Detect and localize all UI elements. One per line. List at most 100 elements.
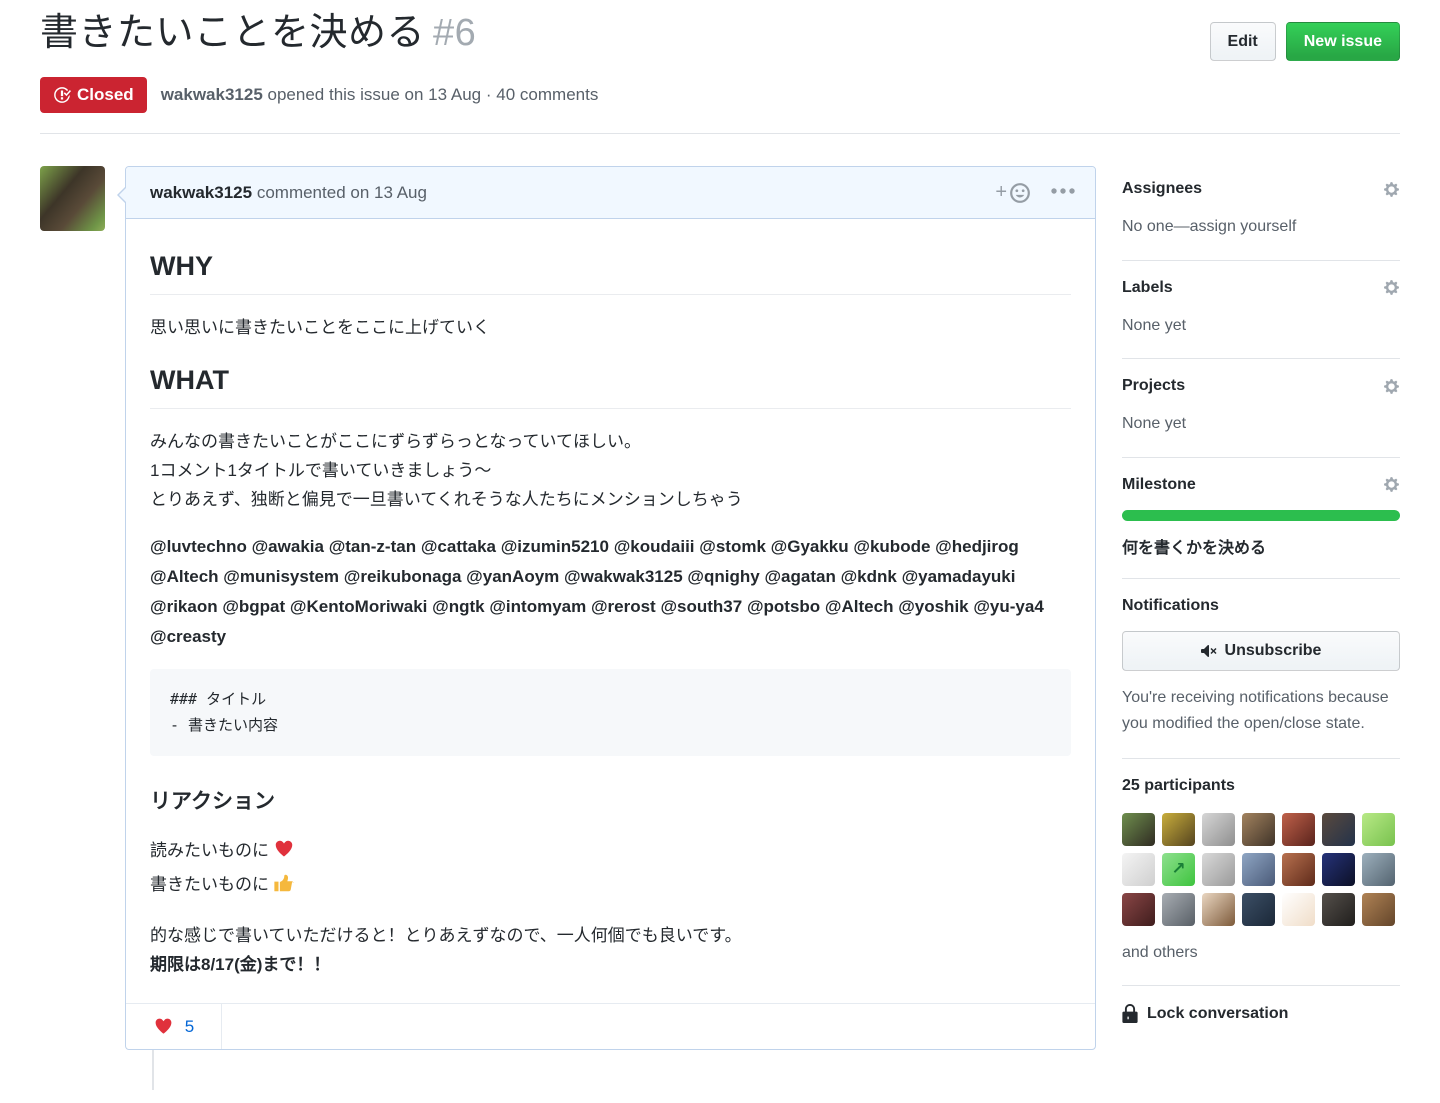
issue-meta-action: opened this issue on 13 Aug [267,85,482,105]
mention-link[interactable]: @agatan [764,567,835,586]
section-heading-what: WHAT [150,363,1071,409]
mention-link[interactable]: @Altech [825,597,894,616]
comment-thread: wakwak3125 commented on 13 Aug + WHY 思い思… [40,166,1096,1091]
participant-avatar[interactable] [1162,812,1195,846]
assignees-value[interactable]: No one—assign yourself [1122,214,1400,240]
mention-link[interactable]: @koudaiii [614,537,695,556]
participant-avatar[interactable] [1242,852,1275,886]
heart-reaction-button[interactable]: 5 [126,1004,222,1050]
participant-avatar[interactable] [1282,812,1315,846]
mention-link[interactable]: @south37 [660,597,742,616]
unsubscribe-button-label: Unsubscribe [1224,641,1322,659]
mention-link[interactable]: @awakia [252,537,324,556]
edit-button[interactable]: Edit [1209,22,1276,62]
mention-link[interactable]: @Gyakku [771,537,849,556]
participant-avatar[interactable] [1202,852,1235,886]
page-title: 書きたいことを決める #6 [40,10,476,58]
mention-link[interactable]: @kdnk [841,567,897,586]
mention-link[interactable]: @stomk [699,537,766,556]
participant-avatar[interactable] [1122,892,1155,926]
lock-conversation-button[interactable]: Lock conversation [1122,1004,1400,1024]
heart-reaction-count: 5 [184,1016,195,1036]
participant-avatar[interactable] [1122,812,1155,846]
participant-avatar[interactable] [1322,852,1355,886]
mention-link[interactable]: @wakwak3125 [564,567,683,586]
mute-icon [1200,645,1217,657]
issue-number: #6 [433,12,477,54]
kebab-menu-button[interactable] [1051,182,1075,203]
issue-closed-icon [54,87,71,104]
milestone-progress-bar [1122,509,1400,521]
mention-link[interactable]: @izumin5210 [501,537,609,556]
sidebar: Assignees No one—assign yourself Labels … [1122,166,1400,1061]
write-line-text: 書きたいものに [150,874,269,894]
participant-avatar[interactable] [1282,892,1315,926]
participant-avatar[interactable] [1162,892,1195,926]
mention-link[interactable]: @luvtechno [150,537,247,556]
mention-link[interactable]: @rikaon [150,597,218,616]
mention-link[interactable]: @ngtk [432,597,484,616]
participant-avatar[interactable] [1202,812,1235,846]
milestone-progress-fill [1122,509,1400,521]
closing-text: 的な感じで書いていただけると！とりあえずなので、一人何個でも良いです。 [150,925,742,945]
participant-avatar[interactable] [1322,812,1355,846]
comment-author-avatar[interactable] [40,166,105,232]
notifications-section: Notifications Unsubscribe You're receivi… [1122,597,1400,759]
mention-link[interactable]: @tan-z-tan [329,537,416,556]
mention-link[interactable]: @kubode [853,537,930,556]
participant-avatar[interactable] [1322,892,1355,926]
what-paragraph: みんなの書きたいことがここにずらずらっとなっていてほしい。 1コメント1タイトル… [150,431,743,510]
participant-avatar[interactable] [1362,892,1395,926]
participant-avatar[interactable]: ↗ [1162,852,1195,886]
mention-link[interactable]: @bgpat [222,597,285,616]
mention-link[interactable]: @yanAoym [466,567,559,586]
add-reaction-button[interactable]: + [995,181,1031,204]
participant-avatar[interactable] [1242,812,1275,846]
participant-avatar[interactable] [1242,892,1275,926]
participants-grid: ↗ [1122,812,1400,926]
projects-title: Projects [1122,377,1186,395]
mention-link[interactable]: @KentoMoriwaki [290,597,427,616]
new-issue-button[interactable]: New issue [1285,22,1400,62]
participant-avatar[interactable] [1282,852,1315,886]
labels-gear-button[interactable] [1383,279,1400,296]
labels-title: Labels [1122,278,1173,296]
participant-avatar[interactable] [1202,892,1235,926]
mention-link[interactable]: @hedjirog [935,537,1019,556]
milestone-gear-button[interactable] [1383,476,1400,493]
issue-author-link[interactable]: wakwak3125 [161,85,263,104]
milestone-link[interactable]: 何を書くかを決める [1122,540,1266,557]
comment-timestamp: commented on 13 Aug [256,182,427,202]
projects-gear-button[interactable] [1383,378,1400,395]
mention-link[interactable]: @creasty [150,627,226,646]
smiley-icon [1010,182,1030,203]
mention-link[interactable]: @reikubonaga [344,567,462,586]
unsubscribe-button[interactable]: Unsubscribe [1122,630,1400,671]
issue-meta: Closed wakwak3125 opened this issue on 1… [40,77,1400,135]
mention-link[interactable]: @munisystem [223,567,339,586]
why-paragraph: 思い思いに書きたいことをここに上げていく [150,318,490,338]
heart-emoji [273,838,295,869]
comment-author-link[interactable]: wakwak3125 [150,183,252,202]
projects-section: Projects None yet [1122,377,1400,458]
issue-meta-text: wakwak3125 opened this issue on 13 Aug ·… [161,85,599,105]
gear-icon [1384,477,1399,493]
mention-link[interactable]: @qnighy [687,567,759,586]
participant-avatar[interactable] [1362,852,1395,886]
mention-link[interactable]: @cattaka [421,537,496,556]
lock-conversation-label: Lock conversation [1147,1004,1289,1022]
mention-link[interactable]: @Altech [150,567,219,586]
reaction-rules-paragraph: 読みたいものに 書きたいものに [150,836,1071,902]
mention-link[interactable]: @yu-ya4 [973,597,1043,616]
comment-box: wakwak3125 commented on 13 Aug + WHY 思い思… [117,166,1096,1051]
assignees-gear-button[interactable] [1383,181,1400,198]
gear-icon [1384,181,1399,197]
mention-link[interactable]: @rerost [591,597,656,616]
participant-avatar[interactable] [1122,852,1155,886]
mention-link[interactable]: @yoshik [898,597,968,616]
mention-link[interactable]: @yamadayuki [902,567,1016,586]
mention-link[interactable]: @intomyam [489,597,586,616]
mentions-paragraph: @luvtechno @awakia @tan-z-tan @cattaka @… [150,532,1071,651]
participant-avatar[interactable] [1362,812,1395,846]
mention-link[interactable]: @potsbo [747,597,820,616]
